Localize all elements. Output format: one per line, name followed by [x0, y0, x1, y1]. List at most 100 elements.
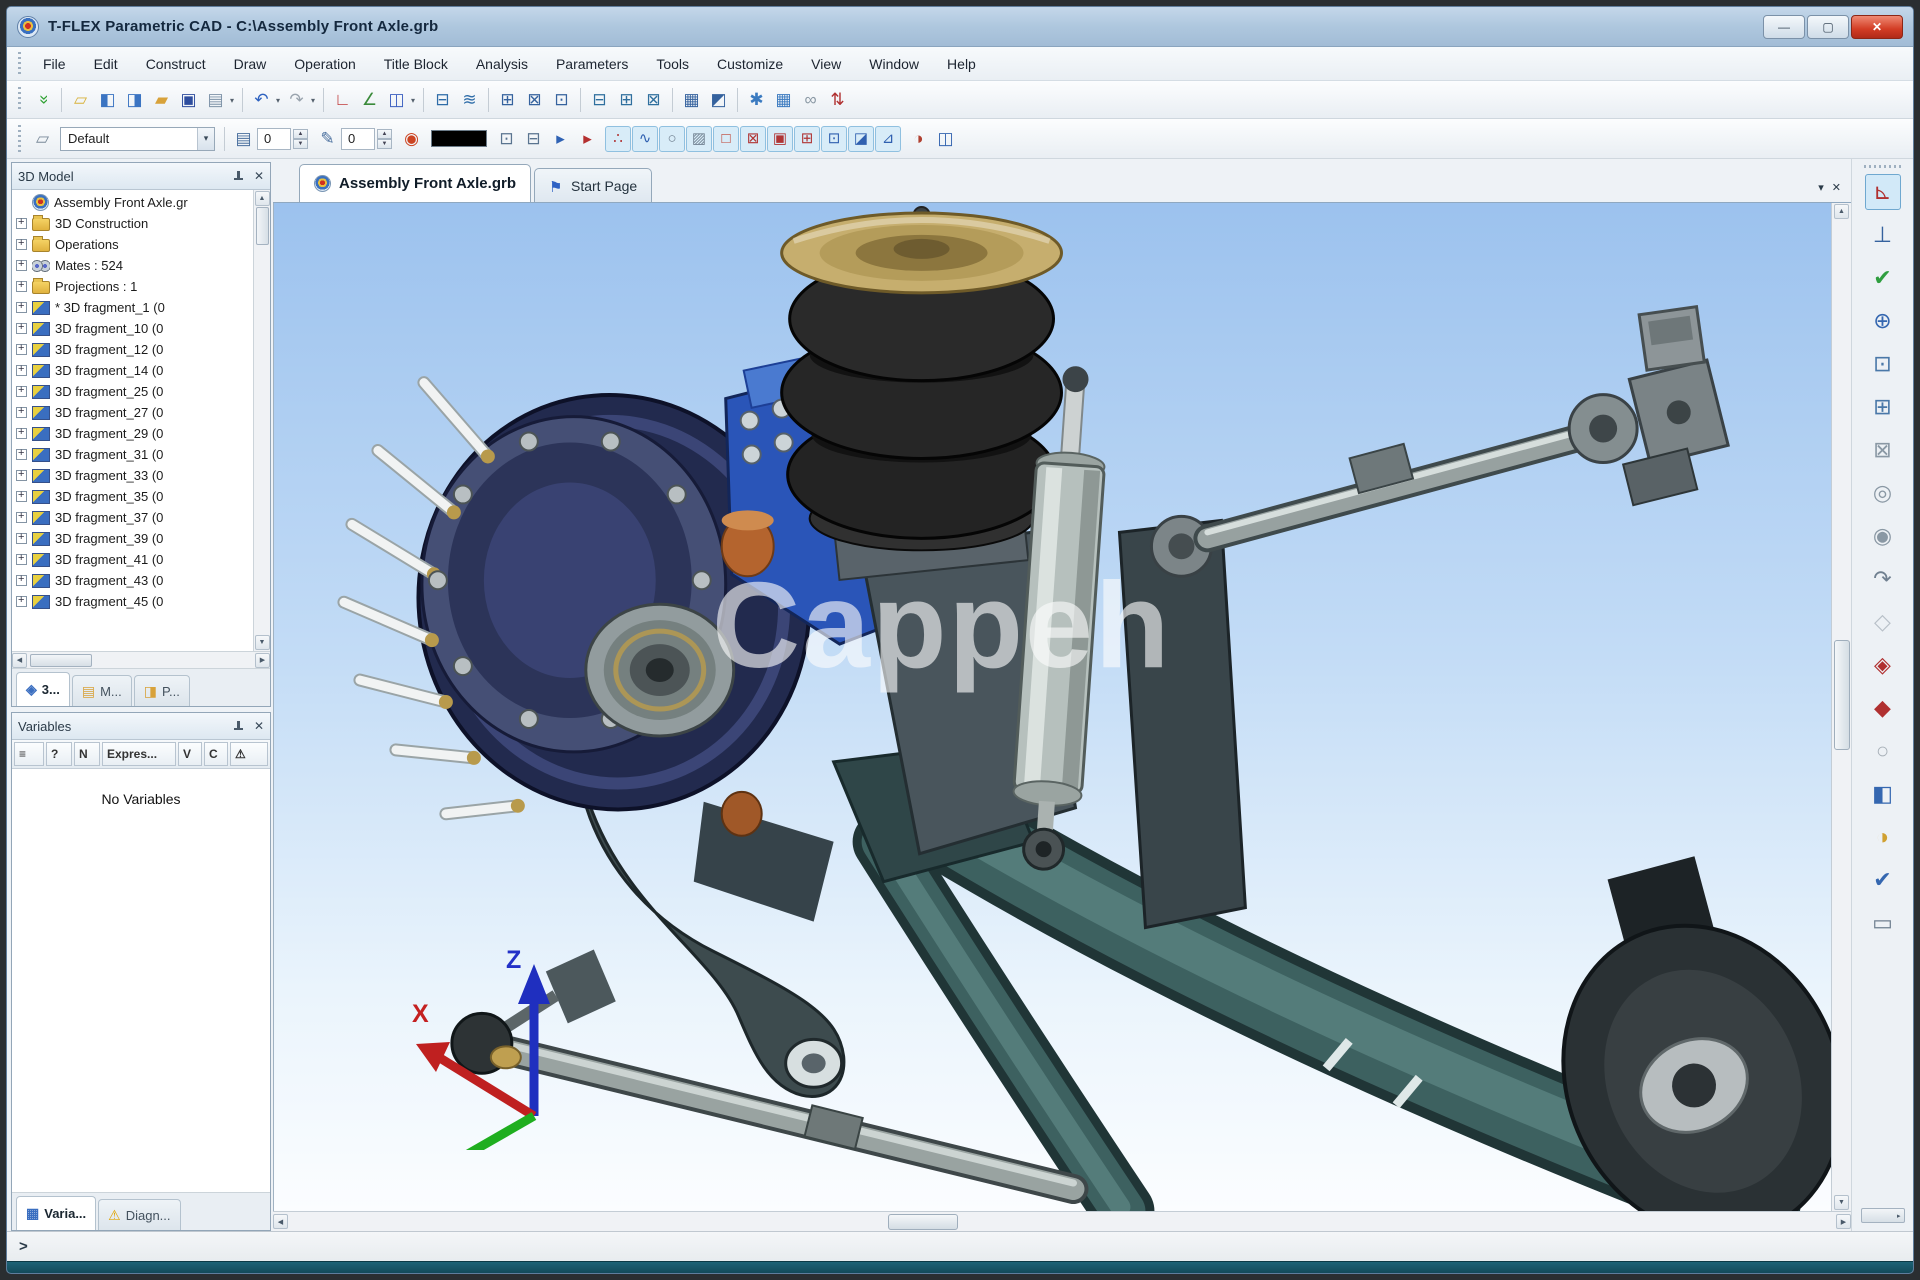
link-documents-icon[interactable]: ∞ — [797, 86, 824, 113]
tab-pages[interactable]: ◨ P... — [134, 675, 190, 706]
tree-horizontal-scrollbar[interactable]: ◀ ▶ — [12, 651, 270, 668]
tab-diagnostics[interactable]: ⚠ Diagn... — [98, 1199, 180, 1230]
expand-plus-icon[interactable] — [16, 260, 27, 271]
document-pages-icon[interactable]: ◫ — [383, 86, 410, 113]
expand-plus-icon[interactable] — [16, 344, 27, 355]
tree-item[interactable]: 3D fragment_14 (0 — [16, 360, 253, 381]
air-spring[interactable] — [782, 207, 1062, 580]
toolbar-settings-grip[interactable] — [16, 125, 24, 152]
tie-rod-assembly[interactable] — [1151, 307, 1728, 577]
rotate-scene-icon[interactable]: ↷ — [1865, 561, 1901, 597]
full-round-toggle-icon[interactable]: ◑ — [905, 125, 932, 152]
menu-operation[interactable]: Operation — [280, 50, 369, 78]
tab-variables[interactable]: ▦ Varia... — [16, 1196, 96, 1230]
filter-lines-icon[interactable]: ∿ — [632, 126, 658, 152]
zoom-in-icon[interactable]: ⊕ — [1865, 303, 1901, 339]
settings-icon[interactable]: ✱ — [743, 86, 770, 113]
expand-plus-icon[interactable] — [16, 365, 27, 376]
filter-symbols-icon[interactable]: ⊞ — [794, 126, 820, 152]
menu-tools[interactable]: Tools — [642, 50, 703, 78]
priority-spinner[interactable]: ▲ ▼ — [377, 129, 392, 149]
spin-down-icon[interactable]: ▼ — [293, 139, 308, 149]
tree-item[interactable]: 3D fragment_12 (0 — [16, 339, 253, 360]
spin-down-icon[interactable]: ▼ — [377, 139, 392, 149]
new-document-icon[interactable]: ▱ — [67, 86, 94, 113]
tree-item[interactable]: 3D fragment_35 (0 — [16, 486, 253, 507]
filter-dimensions-icon[interactable]: ⊠ — [740, 126, 766, 152]
tree-vertical-scrollbar[interactable]: ▲ ▼ — [253, 190, 270, 651]
tree-item[interactable]: 3D fragment_29 (0 — [16, 423, 253, 444]
variables-panel-header[interactable]: Variables ✕ — [12, 713, 270, 740]
zoom-dynamic-icon[interactable]: ◎ — [1865, 475, 1901, 511]
undo-icon[interactable]: ↶ — [248, 86, 275, 113]
sheet-view-icon[interactable]: ▭ — [1865, 905, 1901, 941]
fragment-replace-icon[interactable]: ⊡ — [548, 86, 575, 113]
filter-sketches-icon[interactable]: ⊡ — [821, 126, 847, 152]
mate-create-icon[interactable]: ⊟ — [586, 86, 613, 113]
check-mates-icon[interactable]: ✔ — [1865, 260, 1901, 296]
report-generator-icon[interactable]: ◩ — [705, 86, 732, 113]
panel-close-icon[interactable]: ✕ — [254, 720, 264, 732]
annotate-tool-icon[interactable]: ⊥ — [1865, 217, 1901, 253]
sketch-view-icon[interactable]: ◑ — [1865, 819, 1901, 855]
scrollbar-thumb[interactable] — [1834, 640, 1850, 750]
spin-up-icon[interactable]: ▲ — [377, 129, 392, 139]
bom-table-icon[interactable]: ▦ — [678, 86, 705, 113]
delete-element-icon[interactable]: ▸ — [574, 125, 601, 152]
scroll-down-icon[interactable]: ▼ — [1834, 1195, 1849, 1210]
spin-up-icon[interactable]: ▲ — [293, 129, 308, 139]
new-document-template-icon[interactable]: ◨ — [121, 86, 148, 113]
scroll-down-icon[interactable]: ▼ — [255, 635, 270, 650]
redo-icon[interactable]: ↷ — [283, 86, 310, 113]
menu-draw[interactable]: Draw — [220, 50, 281, 78]
hide-toolbars-icon[interactable]: « — [29, 86, 56, 113]
filter-points-icon[interactable]: ∴ — [605, 126, 631, 152]
command-bar[interactable]: > — [7, 1231, 1913, 1261]
zoom-window-icon[interactable]: ⊠ — [1865, 432, 1901, 468]
external-column[interactable]: ? — [46, 742, 72, 766]
expand-plus-icon[interactable] — [16, 554, 27, 565]
save-document-icon[interactable]: ▣ — [175, 86, 202, 113]
filter-fragments-icon[interactable]: ◪ — [848, 126, 874, 152]
menu-construct[interactable]: Construct — [132, 50, 220, 78]
expand-plus-icon[interactable] — [16, 449, 27, 460]
mate-check-icon[interactable]: ⊠ — [640, 86, 667, 113]
scroll-up-icon[interactable]: ▲ — [1834, 204, 1849, 219]
tree-item[interactable]: 3D Construction — [16, 213, 253, 234]
priority-number-field[interactable]: 0 — [341, 128, 375, 150]
scroll-right-icon[interactable]: ▶ — [255, 653, 270, 668]
model-panel-header[interactable]: 3D Model ✕ — [12, 163, 270, 190]
fragment-update-icon[interactable]: ⊠ — [521, 86, 548, 113]
comment-column[interactable]: C — [204, 742, 228, 766]
warning-column[interactable]: ⚠ — [230, 742, 268, 766]
title-bar[interactable]: T-FLEX Parametric CAD - C:\Assembly Fron… — [7, 7, 1913, 47]
construction-node-icon[interactable]: ∟ — [329, 86, 356, 113]
expand-plus-icon[interactable] — [16, 323, 27, 334]
3d-viewport[interactable]: Cappeh Z X — [273, 203, 1831, 1211]
element-select-filter-icon[interactable]: ⊡ — [493, 125, 520, 152]
fit-window-icon[interactable]: ⊡ — [1865, 346, 1901, 382]
assembly-structure-icon[interactable]: ⊟ — [429, 86, 456, 113]
tree-item[interactable]: 3D fragment_31 (0 — [16, 444, 253, 465]
menu-title-block[interactable]: Title Block — [370, 50, 462, 78]
scroll-left-icon[interactable]: ◀ — [12, 653, 27, 668]
expand-plus-icon[interactable] — [16, 386, 27, 397]
toolbar-main-grip[interactable] — [16, 87, 24, 113]
document-parameters-icon[interactable]: ▦ — [770, 86, 797, 113]
expand-plus-icon[interactable] — [16, 575, 27, 586]
layer-icon[interactable]: ▤ — [230, 125, 257, 152]
layer-spinner[interactable]: ▲ ▼ — [293, 129, 308, 149]
tree-item[interactable]: Operations — [16, 234, 253, 255]
expand-plus-icon[interactable] — [16, 407, 27, 418]
measure-tool-icon[interactable]: ⊾ — [1865, 174, 1901, 210]
color-picker-icon[interactable]: ◉ — [398, 125, 425, 152]
fragment-list-icon[interactable]: ⊞ — [494, 86, 521, 113]
name-column[interactable]: N — [74, 742, 100, 766]
filter-hatches-icon[interactable]: ▨ — [686, 126, 712, 152]
scroll-left-icon[interactable]: ◀ — [273, 1214, 288, 1229]
filter-circles-icon[interactable]: ○ — [659, 126, 685, 152]
tree-item[interactable]: 3D fragment_10 (0 — [16, 318, 253, 339]
fit-all-icon[interactable]: ⊞ — [1865, 389, 1901, 425]
tree-item[interactable]: 3D fragment_27 (0 — [16, 402, 253, 423]
tree-item[interactable]: * 3D fragment_1 (0 — [16, 297, 253, 318]
